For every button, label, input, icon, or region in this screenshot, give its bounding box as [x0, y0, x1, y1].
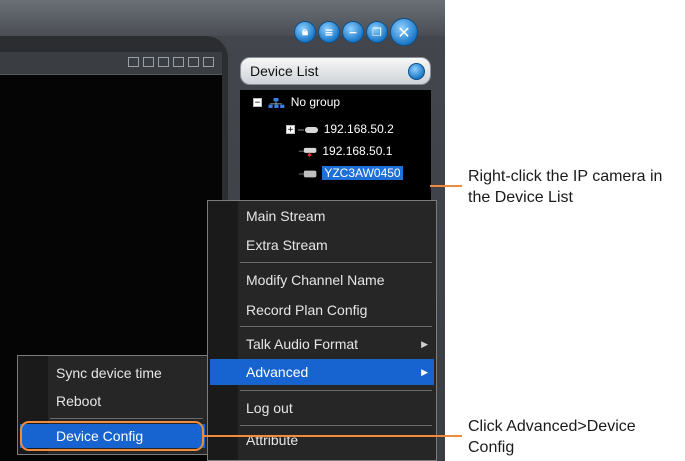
menu-separator	[240, 390, 432, 391]
callout-right-click: Right-click the IP camera in the Device …	[468, 168, 663, 206]
device-list-title: Device List	[250, 63, 319, 79]
network-icon	[268, 97, 285, 108]
collapse-icon[interactable]: −	[253, 98, 262, 108]
submenu-arrow-icon: ▶	[421, 339, 428, 349]
menu-item-log-out[interactable]: Log out	[238, 395, 434, 421]
tree-device-label: 192.168.50.1	[322, 144, 393, 158]
audio-icon[interactable]	[188, 57, 199, 67]
context-menu: Main Stream Extra Stream Modify Channel …	[207, 200, 437, 461]
lock-icon[interactable]: 🔒︎	[294, 21, 316, 43]
device-list-header: Device List	[240, 57, 431, 85]
close-icon[interactable]: ✕	[390, 18, 418, 46]
svg-text:✱: ✱	[307, 152, 312, 157]
callout-line	[430, 185, 462, 187]
menu-item-main-stream[interactable]: Main Stream	[238, 203, 434, 229]
menu-item-record-plan-config[interactable]: Record Plan Config	[238, 297, 434, 323]
callout-line	[204, 435, 462, 437]
tree-group-row[interactable]: − No group	[253, 95, 340, 109]
device-list-menu-icon[interactable]	[408, 63, 425, 80]
camera-icon	[298, 170, 317, 178]
callout-device-config: Click Advanced>Device Config	[468, 418, 636, 456]
list-icon[interactable]: ≡	[318, 21, 340, 43]
close-all-icon[interactable]	[203, 57, 214, 67]
minimize-icon[interactable]: −	[342, 21, 364, 43]
menu-item-attribute[interactable]: Attribute	[238, 427, 434, 453]
layout-4-icon[interactable]	[143, 57, 154, 67]
menu-item-label: Talk Audio Format	[246, 336, 359, 352]
menu-item-sync-device-time[interactable]: Sync device time	[48, 360, 205, 386]
menu-item-talk-audio-format[interactable]: Talk Audio Format ▶	[238, 331, 434, 357]
tree-group-label: No group	[290, 95, 341, 109]
window-controls: 🔒︎ ≡ − ❐ ✕	[294, 18, 418, 46]
tree-device-row[interactable]: + 192.168.50.2	[286, 122, 394, 136]
layout-1-icon[interactable]	[128, 57, 139, 67]
tree-device-row[interactable]: ✱ 192.168.50.1	[297, 144, 392, 158]
highlight-ring	[20, 421, 204, 451]
tree-device-label: YZC3AW0450	[322, 166, 403, 180]
layout-6-icon[interactable]	[158, 57, 169, 67]
menu-item-extra-stream[interactable]: Extra Stream	[238, 232, 434, 258]
menu-item-label: Advanced	[246, 364, 309, 380]
menu-item-advanced[interactable]: Advanced ▶	[210, 359, 434, 385]
menu-separator	[240, 326, 432, 327]
restore-icon[interactable]: ❐	[366, 21, 388, 43]
tree-device-row-selected[interactable]: YZC3AW0450	[297, 166, 403, 180]
menu-item-reboot[interactable]: Reboot	[48, 388, 205, 414]
video-toolbar	[0, 52, 222, 75]
tree-device-label: 192.168.50.2	[323, 122, 394, 136]
menu-separator	[50, 418, 203, 419]
menu-separator	[240, 262, 432, 263]
layout-9-icon[interactable]	[173, 57, 184, 67]
expand-icon[interactable]: +	[286, 125, 295, 135]
menu-separator	[240, 425, 432, 426]
camera-icon	[298, 126, 319, 133]
camera-icon: ✱	[298, 147, 317, 157]
menu-item-modify-channel-name[interactable]: Modify Channel Name	[238, 267, 434, 293]
submenu-arrow-icon: ▶	[421, 367, 428, 377]
